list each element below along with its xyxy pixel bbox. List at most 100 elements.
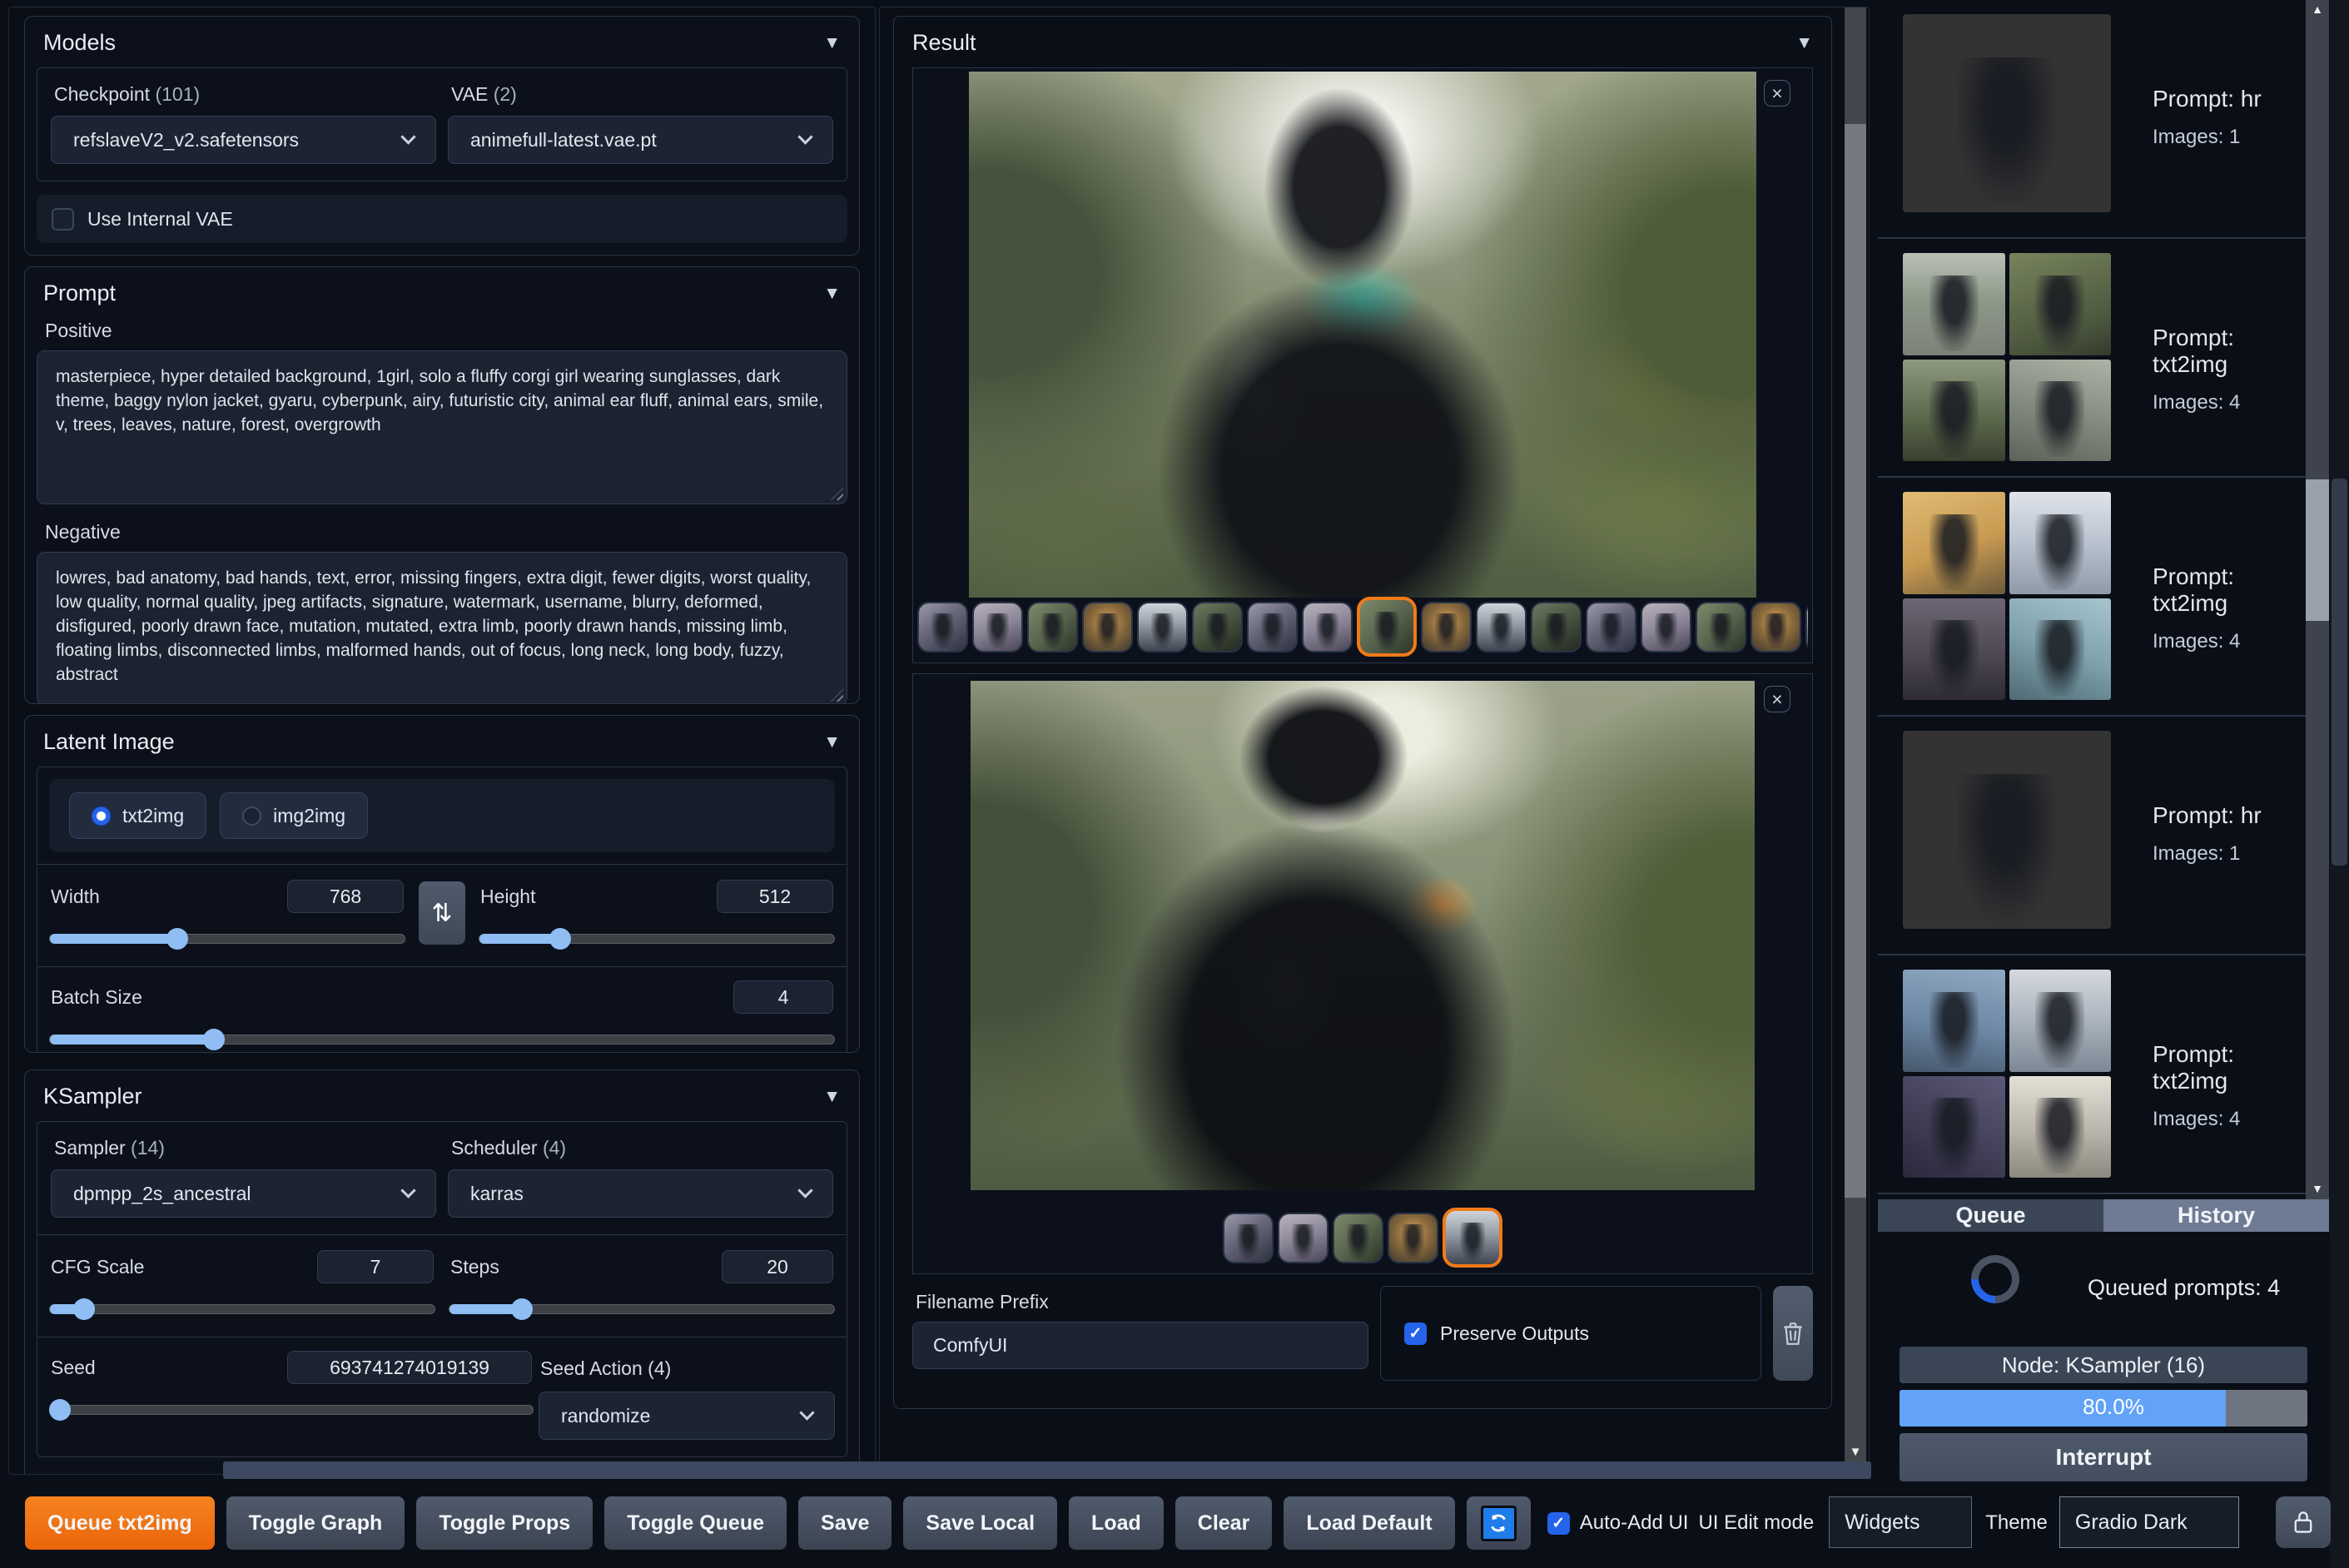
result1-thumbnail-12[interactable]	[1531, 601, 1582, 653]
sampler-select[interactable]: dpmpp_2s_ancestral	[51, 1169, 436, 1218]
close-image-button[interactable]: ×	[1764, 80, 1790, 107]
ksampler-header[interactable]: KSampler ▼	[25, 1070, 859, 1118]
tab-queue[interactable]: Queue	[1878, 1199, 2103, 1232]
result2-thumbnail-5[interactable]	[1443, 1208, 1502, 1268]
horizontal-scrollbar[interactable]	[223, 1461, 1871, 1479]
history-item[interactable]: Prompt: hr Images: 1	[1878, 717, 2306, 955]
width-slider[interactable]	[49, 928, 405, 950]
result1-thumbnail-15[interactable]	[1696, 601, 1746, 653]
positive-prompt-textarea[interactable]: masterpiece, hyper detailed background, …	[37, 350, 847, 504]
toggle-graph-button[interactable]: Toggle Graph	[226, 1496, 405, 1550]
scroll-down-icon[interactable]: ▼	[2306, 1182, 2329, 1195]
tab-history[interactable]: History	[2103, 1199, 2329, 1232]
history-item[interactable]: Prompt: hr Images: 1	[1878, 0, 2306, 239]
img2img-radio[interactable]: img2img	[220, 792, 369, 839]
page-scrollbar[interactable]	[2330, 0, 2349, 1568]
use-internal-vae-checkbox[interactable]	[52, 207, 74, 231]
load-default-button[interactable]: Load Default	[1284, 1496, 1455, 1550]
result1-thumbnail-1[interactable]	[917, 601, 968, 653]
preserve-outputs-row[interactable]: ✓ Preserve Outputs	[1380, 1286, 1761, 1381]
latent-header[interactable]: Latent Image ▼	[25, 716, 859, 763]
use-internal-vae-checkbox-row[interactable]: Use Internal VAE	[37, 195, 847, 243]
result1-thumbnail-8[interactable]	[1302, 601, 1353, 653]
result1-thumbnail-3[interactable]	[1027, 601, 1078, 653]
result1-thumbnail-17[interactable]	[1805, 601, 1808, 653]
result1-thumbnail-6[interactable]	[1192, 601, 1243, 653]
interrupt-button[interactable]: Interrupt	[1900, 1433, 2307, 1481]
auto-add-ui-checkbox[interactable]: ✓	[1547, 1511, 1570, 1535]
height-input[interactable]: 512	[717, 880, 833, 913]
batch-size-slider[interactable]	[49, 1029, 835, 1050]
load-button[interactable]: Load	[1069, 1496, 1164, 1550]
steps-slider[interactable]	[449, 1298, 835, 1320]
result2-thumbnail-2[interactable]	[1278, 1212, 1328, 1263]
swap-width-height-button[interactable]: ⇅	[419, 881, 465, 945]
clear-button[interactable]: Clear	[1174, 1496, 1273, 1550]
scrollbar-thumb[interactable]	[2306, 479, 2329, 621]
result1-thumbnail-9[interactable]	[1357, 597, 1417, 657]
txt2img-radio[interactable]: txt2img	[69, 792, 207, 839]
seed-action-select[interactable]: randomize	[539, 1392, 835, 1440]
result1-thumbnail-5[interactable]	[1137, 601, 1188, 653]
height-slider[interactable]	[479, 928, 835, 950]
refresh-button[interactable]	[1466, 1496, 1531, 1550]
negative-prompt-textarea[interactable]: lowres, bad anatomy, bad hands, text, er…	[37, 552, 847, 703]
widgets-select[interactable]: Widgets	[1829, 1496, 1973, 1548]
collapse-icon[interactable]: ▼	[823, 1087, 841, 1107]
scheduler-select[interactable]: karras	[448, 1169, 833, 1218]
scrollbar-thumb[interactable]	[2332, 479, 2347, 866]
result1-thumbnail-10[interactable]	[1421, 601, 1472, 653]
toggle-props-button[interactable]: Toggle Props	[416, 1496, 593, 1550]
collapse-icon[interactable]: ▼	[823, 284, 841, 304]
scrollbar-thumb[interactable]	[1845, 124, 1866, 1198]
generated-image-2[interactable]	[971, 681, 1755, 1190]
collapse-icon[interactable]: ▼	[823, 33, 841, 53]
result1-thumbnail-7[interactable]	[1247, 601, 1298, 653]
history-item[interactable]: Prompt: txt2img Images: 4	[1878, 955, 2306, 1194]
scroll-up-icon[interactable]: ▲	[2306, 2, 2329, 16]
close-image-button[interactable]: ×	[1764, 686, 1790, 712]
result1-thumbnail-11[interactable]	[1476, 601, 1527, 653]
save-button[interactable]: Save	[798, 1496, 892, 1550]
models-header[interactable]: Models ▼	[25, 17, 859, 64]
result1-thumbnail-4[interactable]	[1082, 601, 1133, 653]
cfg-slider[interactable]	[49, 1298, 435, 1320]
collapse-icon[interactable]: ▼	[1795, 33, 1813, 53]
vae-select[interactable]: animefull-latest.vae.pt	[448, 116, 833, 164]
filename-prefix-input[interactable]: ComfyUI	[912, 1322, 1368, 1369]
result1-thumbnail-2[interactable]	[972, 601, 1023, 653]
preserve-outputs-checkbox[interactable]: ✓	[1404, 1322, 1427, 1345]
steps-input[interactable]: 20	[722, 1250, 833, 1283]
collapse-icon[interactable]: ▼	[823, 732, 841, 752]
history-scrollbar[interactable]: ▲ ▼	[2306, 0, 2329, 1199]
lock-button[interactable]	[2276, 1496, 2331, 1548]
history-item[interactable]: Prompt: txt2img Images: 4	[1878, 478, 2306, 717]
checkpoint-select[interactable]: refslaveV2_v2.safetensors	[51, 116, 436, 164]
generated-image-1[interactable]	[969, 72, 1756, 598]
width-input[interactable]: 768	[287, 880, 404, 913]
cfg-input[interactable]: 7	[317, 1250, 434, 1283]
result-scrollbar[interactable]: ▼	[1845, 7, 1866, 1464]
prompt-header[interactable]: Prompt ▼	[25, 267, 859, 315]
result1-thumbnail-14[interactable]	[1641, 601, 1691, 653]
theme-select[interactable]: Gradio Dark	[2058, 1496, 2239, 1548]
lock-icon	[2294, 1511, 2312, 1533]
batch-size-input[interactable]: 4	[733, 980, 833, 1014]
seed-input[interactable]: 693741274019139	[287, 1351, 532, 1384]
history-item[interactable]: Prompt: txt2img Images: 4	[1878, 239, 2306, 478]
result-header[interactable]: Result ▼	[894, 17, 1831, 64]
seed-slider[interactable]	[49, 1399, 534, 1421]
result2-thumbnail-4[interactable]	[1388, 1212, 1438, 1263]
delete-outputs-button[interactable]	[1773, 1286, 1813, 1381]
result1-thumbnail-16[interactable]	[1751, 601, 1801, 653]
progress-label: 80.0%	[2083, 1393, 2144, 1419]
result2-thumbnail-3[interactable]	[1333, 1212, 1383, 1263]
result1-thumbnail-13[interactable]	[1586, 601, 1636, 653]
toggle-queue-button[interactable]: Toggle Queue	[604, 1496, 787, 1550]
result2-thumbnail-1[interactable]	[1223, 1212, 1274, 1263]
auto-add-ui-toggle[interactable]: ✓ Auto-Add UI	[1547, 1496, 1688, 1550]
save-local-button[interactable]: Save Local	[903, 1496, 1058, 1550]
scroll-down-icon[interactable]: ▼	[1845, 1445, 1866, 1459]
queue-txt2img-button[interactable]: Queue txt2img	[25, 1496, 215, 1550]
current-node-button[interactable]: Node: KSampler (16)	[1900, 1347, 2307, 1383]
